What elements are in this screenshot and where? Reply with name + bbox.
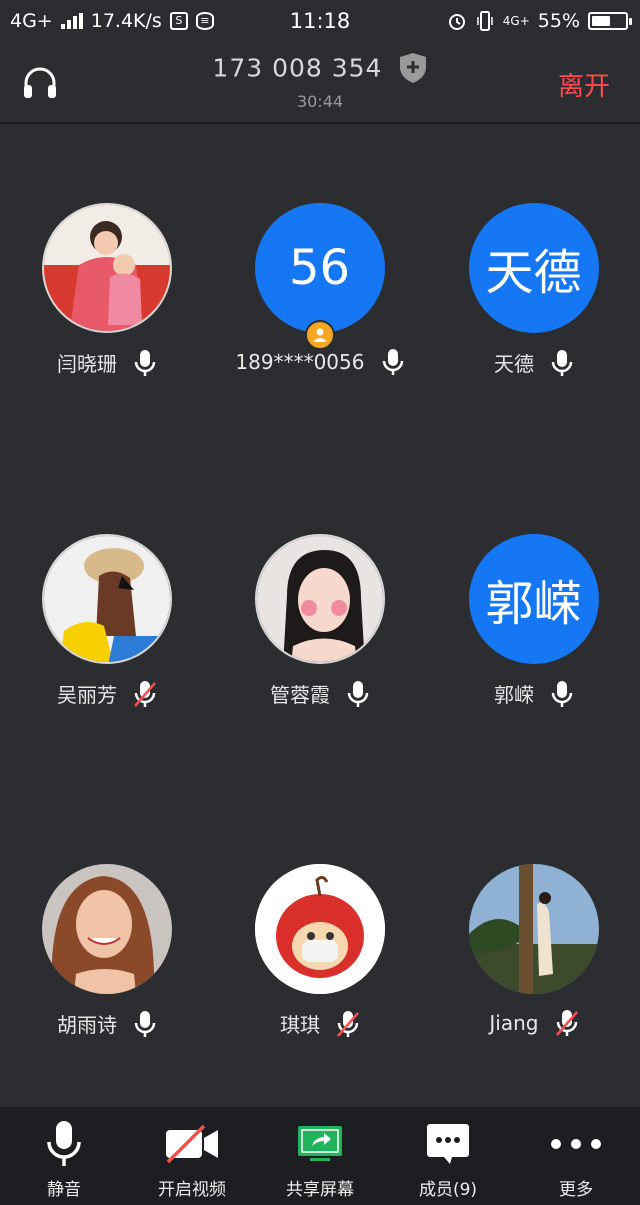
avatar: 郭嵘 <box>468 534 599 664</box>
participant-name: 胡雨诗 <box>56 1013 117 1037</box>
participant-tile[interactable]: 郭嵘 郭嵘 <box>427 534 640 734</box>
mic-icon <box>382 349 403 375</box>
participant-name: 吴丽芳 <box>56 683 117 707</box>
share-screen-label: 共享屏幕 <box>286 1180 354 1200</box>
shield-icon[interactable] <box>398 52 428 84</box>
avatar <box>254 864 385 994</box>
mic-icon <box>134 349 156 376</box>
mic-muted-icon <box>555 1010 578 1036</box>
battery-percent: 55% <box>537 10 580 32</box>
mic-icon <box>347 680 369 707</box>
participant-tile[interactable]: 56 189****0056 <box>213 203 426 403</box>
share-screen-icon <box>298 1126 342 1161</box>
status-bar: 4G+ 17.4K/s S ≡ 11:18 4G+ 55% <box>0 0 640 44</box>
battery-fill <box>592 16 610 26</box>
avatar <box>254 534 385 664</box>
participant-name: 天德 <box>493 352 534 376</box>
meeting-id: 173 008 354 <box>212 53 383 83</box>
avatar <box>41 534 172 664</box>
participant-tile[interactable]: Jiang <box>427 864 640 1064</box>
participant-tile[interactable]: 胡雨诗 <box>0 864 213 1064</box>
mic-icon <box>551 349 573 376</box>
mic-muted-icon <box>134 680 156 707</box>
microphone-icon <box>47 1121 81 1166</box>
avatar <box>41 864 172 994</box>
mute-button[interactable]: 静音 <box>0 1119 128 1200</box>
members-chat-icon <box>427 1124 469 1164</box>
battery-icon <box>588 12 632 30</box>
mic-icon <box>551 680 573 707</box>
avatar: 56 <box>254 203 385 333</box>
mic-muted-icon <box>337 1010 359 1037</box>
alarm-icon <box>448 14 465 30</box>
mic-icon <box>134 1010 156 1037</box>
participant-name: 琪琪 <box>279 1013 320 1037</box>
avatar <box>468 864 599 994</box>
meeting-duration: 30:44 <box>296 92 344 111</box>
participant-tile[interactable]: 天德 天德 <box>427 203 640 403</box>
meeting-toolbar: 静音 开启视频 共享屏幕 成员(9) 更多 <box>0 1107 640 1205</box>
participant-name: 管蓉霞 <box>269 683 330 707</box>
leave-button[interactable]: 离开 <box>558 66 610 103</box>
participant-name: Jiang <box>489 1011 539 1035</box>
avatar: 天德 <box>468 203 599 333</box>
members-label: 成员(9) <box>418 1180 478 1200</box>
members-button[interactable]: 成员(9) <box>384 1119 512 1200</box>
participant-tile[interactable]: 琪琪 <box>213 864 426 1064</box>
video-off-icon <box>166 1124 218 1164</box>
participant-name: 189****0056 <box>235 350 365 374</box>
vibrate-icon <box>477 11 493 31</box>
avatar-initials: 天德 <box>485 245 582 301</box>
start-video-label: 开启视频 <box>158 1180 226 1200</box>
avatar <box>41 203 172 333</box>
participant-name: 郭嵘 <box>493 683 534 707</box>
avatar-initials: 56 <box>288 240 351 296</box>
avatar-initials: 郭嵘 <box>485 576 582 632</box>
more-label: 更多 <box>559 1180 593 1200</box>
participant-tile[interactable]: 管蓉霞 <box>213 534 426 734</box>
host-badge-icon <box>304 320 335 350</box>
share-screen-button[interactable]: 共享屏幕 <box>256 1119 384 1200</box>
more-button[interactable]: 更多 <box>512 1119 640 1200</box>
participant-tile[interactable]: 吴丽芳 <box>0 534 213 734</box>
more-dots-icon <box>551 1139 601 1149</box>
start-video-button[interactable]: 开启视频 <box>128 1119 256 1200</box>
participant-tile[interactable]: 闫晓珊 <box>0 203 213 403</box>
network-type-right: 4G+ <box>502 14 530 28</box>
participant-name: 闫晓珊 <box>56 352 117 376</box>
meeting-header: 173 008 354 30:44 离开 <box>0 44 640 124</box>
mute-label: 静音 <box>47 1180 81 1200</box>
